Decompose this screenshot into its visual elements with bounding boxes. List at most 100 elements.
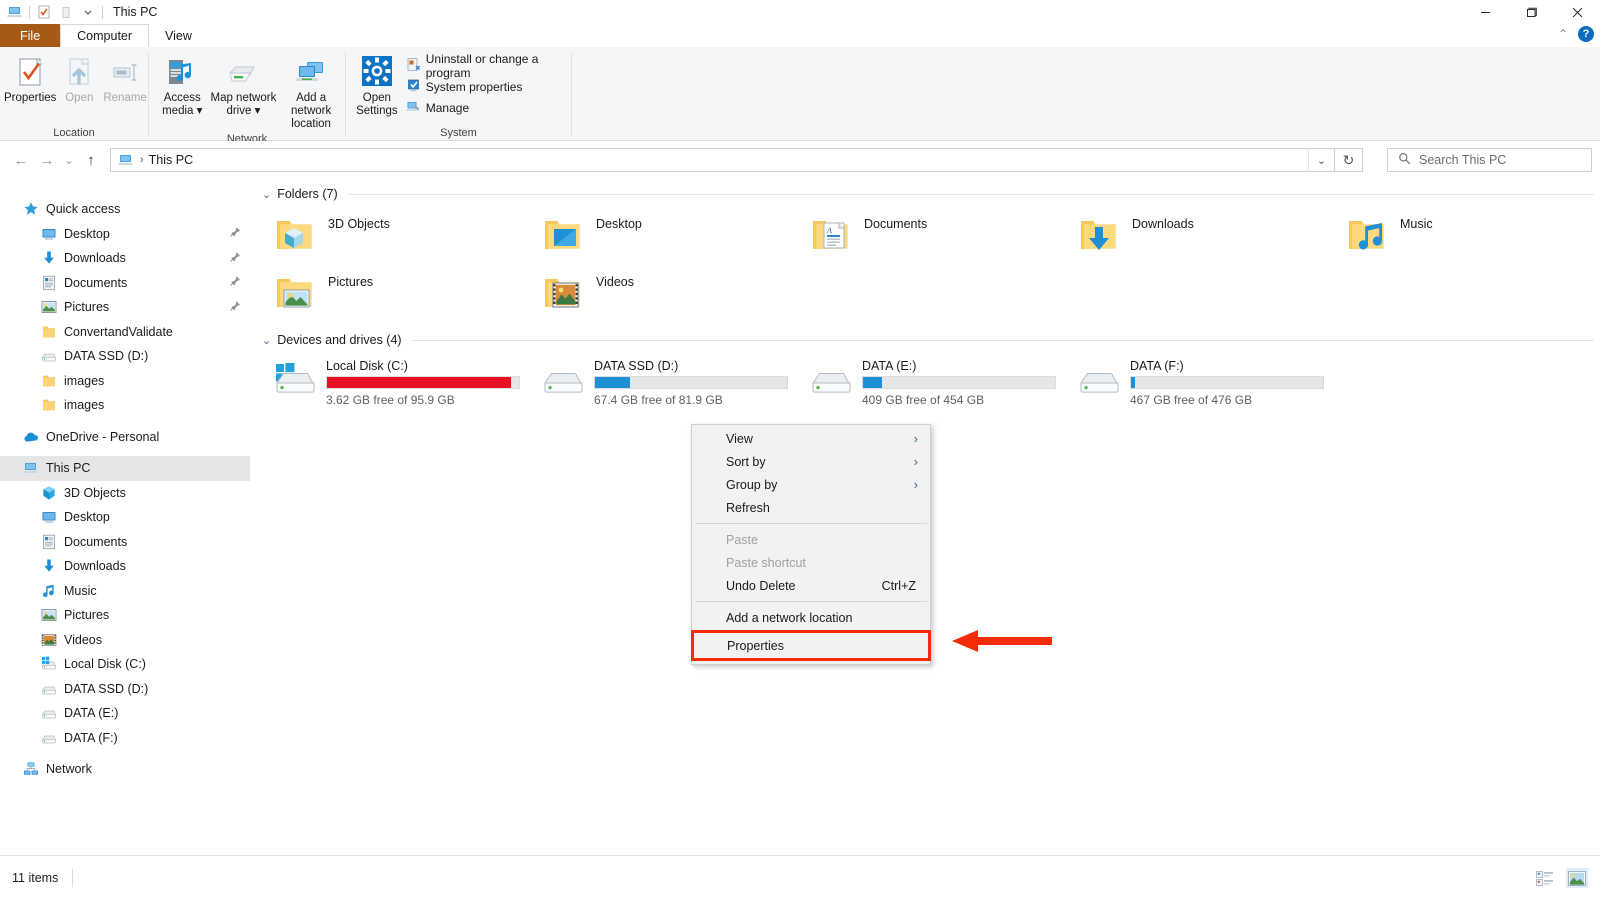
collapse-ribbon-button[interactable]: ⌃: [1558, 27, 1568, 41]
ribbon-manage-item[interactable]: Manage: [404, 97, 571, 118]
refresh-button[interactable]: ↻: [1335, 148, 1363, 172]
sidebar-item-onedrive-personal[interactable]: OneDrive - Personal: [0, 425, 250, 450]
maximize-button[interactable]: [1508, 0, 1554, 24]
folder-tile[interactable]: 3D Objects: [250, 205, 518, 263]
sidebar-item-desktop[interactable]: Desktop: [0, 505, 250, 530]
sidebar-item-downloads[interactable]: Downloads: [0, 246, 250, 271]
context-menu-item-add-a-network-location[interactable]: Add a network location: [692, 606, 930, 629]
sidebar-item-images[interactable]: images: [0, 393, 250, 418]
sidebar-item-network[interactable]: Network: [0, 757, 250, 782]
folder-tile[interactable]: Desktop: [518, 205, 786, 263]
sidebar-item-this-pc[interactable]: This PC: [0, 456, 250, 481]
context-menu-item-view[interactable]: View›: [692, 427, 930, 450]
ribbon-open-button[interactable]: Open: [56, 51, 102, 105]
properties-qat-icon[interactable]: [33, 1, 55, 23]
search-box[interactable]: Search This PC: [1387, 148, 1592, 172]
folder-tile[interactable]: Music: [1322, 205, 1590, 263]
context-menu-item-sort-by[interactable]: Sort by›: [692, 450, 930, 473]
drive-tile[interactable]: DATA (F:)467 GB free of 476 GB: [1054, 351, 1322, 409]
sidebar-item-label: Desktop: [64, 510, 110, 524]
pin-icon[interactable]: [229, 300, 241, 315]
sidebar-item-documents[interactable]: Documents: [0, 530, 250, 555]
sidebar-item-documents[interactable]: Documents: [0, 271, 250, 296]
drive-tile[interactable]: Local Disk (C:)3.62 GB free of 95.9 GB: [250, 351, 518, 409]
drive-capacity-bar: [862, 376, 1056, 389]
sidebar-item-label: Network: [46, 762, 92, 776]
sidebar-item-pictures[interactable]: Pictures: [0, 295, 250, 320]
ribbon-add-network-location-button[interactable]: Add a network location: [277, 51, 345, 131]
pictures-icon: [40, 299, 57, 316]
sidebar-item-data-ssd-d[interactable]: DATA SSD (D:): [0, 344, 250, 369]
this-pc-icon[interactable]: [4, 1, 26, 23]
pin-icon[interactable]: [229, 226, 241, 241]
back-button[interactable]: ←: [8, 147, 34, 173]
details-view-button[interactable]: [1534, 868, 1556, 888]
tab-file[interactable]: File: [0, 24, 60, 47]
sidebar-item-images[interactable]: images: [0, 369, 250, 394]
large-icons-view-button[interactable]: [1566, 868, 1588, 888]
search-input[interactable]: Search This PC: [1419, 153, 1506, 167]
recent-locations-button[interactable]: ⌄: [60, 147, 78, 173]
context-menu-item-undo-delete[interactable]: Undo DeleteCtrl+Z: [692, 574, 930, 597]
ribbon-properties-button[interactable]: Properties: [4, 51, 56, 105]
ribbon-system-properties-item[interactable]: System properties: [404, 76, 571, 97]
sidebar-item-downloads[interactable]: Downloads: [0, 554, 250, 579]
sidebar-item-videos[interactable]: Videos: [0, 628, 250, 653]
context-menu-item-label: Undo Delete: [726, 579, 796, 593]
up-button[interactable]: ↑: [78, 147, 104, 173]
context-menu-item-group-by[interactable]: Group by›: [692, 473, 930, 496]
sidebar-item-pictures[interactable]: Pictures: [0, 603, 250, 628]
drives-group-header[interactable]: ⌄ Devices and drives (4): [250, 329, 1600, 351]
ribbon-access-media-button[interactable]: Access media ▾: [155, 51, 210, 118]
ribbon-open-settings-button[interactable]: Open Settings: [354, 51, 400, 118]
drive-icon: [40, 348, 57, 365]
sidebar-item-label: Local Disk (C:): [64, 657, 146, 671]
chevron-down-icon[interactable]: ⌄: [262, 334, 271, 347]
sidebar-item-label: Downloads: [64, 251, 126, 265]
sidebar-item-quick-access[interactable]: Quick access: [0, 197, 250, 222]
folder-icon: [40, 397, 57, 414]
folder-tile[interactable]: Downloads: [1054, 205, 1322, 263]
folders-group-header[interactable]: ⌄ Folders (7): [250, 183, 1600, 205]
sidebar-item-music[interactable]: Music: [0, 579, 250, 604]
sidebar-item-data-f[interactable]: DATA (F:): [0, 726, 250, 751]
sidebar-item-convertandvalidate[interactable]: ConvertandValidate: [0, 320, 250, 345]
context-menu-item-refresh[interactable]: Refresh: [692, 496, 930, 519]
address-field[interactable]: › This PC ⌄: [110, 148, 1335, 172]
address-dropdown-button[interactable]: ⌄: [1308, 148, 1334, 172]
sidebar-item-local-disk-c[interactable]: Local Disk (C:): [0, 652, 250, 677]
sidebar-item-desktop[interactable]: Desktop: [0, 222, 250, 247]
new-folder-qat-icon[interactable]: [55, 1, 77, 23]
minimize-button[interactable]: [1462, 0, 1508, 24]
drive-tile[interactable]: DATA SSD (D:)67.4 GB free of 81.9 GB: [518, 351, 786, 409]
tab-view[interactable]: View: [149, 24, 208, 47]
drive-tile[interactable]: DATA (E:)409 GB free of 454 GB: [786, 351, 1054, 409]
tab-computer[interactable]: Computer: [60, 24, 149, 47]
folder-tile-label: Desktop: [596, 217, 642, 231]
folder-tile[interactable]: Videos: [518, 263, 786, 321]
pin-icon[interactable]: [229, 275, 241, 290]
folder-tile[interactable]: Pictures: [250, 263, 518, 321]
customize-qat-dropdown[interactable]: [77, 1, 99, 23]
breadcrumb-separator[interactable]: ›: [140, 154, 144, 166]
context-menu-item-properties[interactable]: Properties: [693, 632, 929, 659]
sidebar-item-data-e[interactable]: DATA (E:): [0, 701, 250, 726]
help-button[interactable]: ?: [1578, 26, 1594, 42]
downloads-icon: [40, 558, 57, 575]
sidebar-item-data-ssd-d[interactable]: DATA SSD (D:): [0, 677, 250, 702]
folder-tile[interactable]: ADocuments: [786, 205, 1054, 263]
ribbon-map-network-drive-button[interactable]: Map network drive ▾: [210, 51, 278, 118]
drive-icon: [540, 357, 588, 403]
context-menu-item-label: View: [726, 432, 753, 446]
chevron-down-icon[interactable]: ⌄: [262, 188, 271, 201]
forward-button[interactable]: →: [34, 147, 60, 173]
sidebar-item-3d-objects[interactable]: 3D Objects: [0, 481, 250, 506]
ribbon-uninstall-program-item[interactable]: Uninstall or change a program: [404, 55, 571, 76]
pin-icon[interactable]: [229, 251, 241, 266]
navigation-pane[interactable]: Quick accessDesktopDownloadsDocumentsPic…: [0, 183, 250, 855]
context-menu[interactable]: View›Sort by›Group by›RefreshPastePaste …: [691, 424, 931, 665]
manage-icon: [406, 99, 421, 117]
ribbon-rename-button[interactable]: Rename: [102, 51, 148, 105]
close-button[interactable]: [1554, 0, 1600, 24]
breadcrumb-this-pc[interactable]: This PC: [149, 153, 193, 167]
